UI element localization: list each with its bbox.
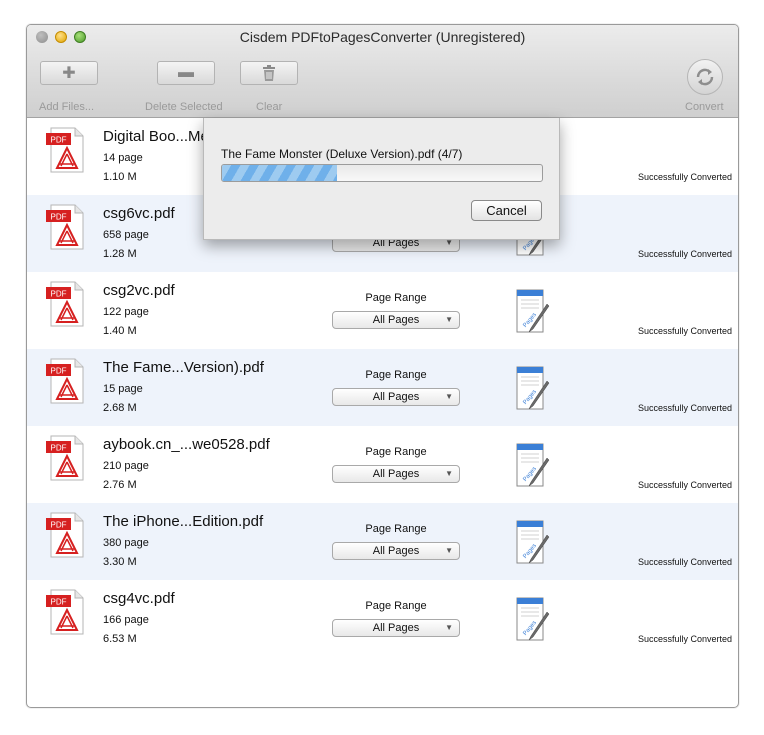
pdf-file-icon: PDF: [46, 358, 84, 404]
pdf-file-icon: PDF: [46, 281, 84, 327]
file-row[interactable]: PDF The Fame...Version).pdf 15 page 2.68…: [27, 349, 738, 426]
clear-button[interactable]: [240, 61, 298, 85]
add-files-label: Add Files...: [39, 101, 95, 113]
progress-sheet: The Fame Monster (Deluxe Version).pdf (4…: [203, 118, 560, 240]
trash-icon: [263, 65, 275, 81]
svg-text:PDF: PDF: [51, 367, 67, 376]
cancel-button[interactable]: Cancel: [471, 200, 542, 221]
file-name: csg4vc.pdf: [103, 590, 175, 607]
page-range-label: Page Range: [365, 369, 427, 381]
file-name: The iPhone...Edition.pdf: [103, 513, 264, 530]
file-row[interactable]: PDF csg2vc.pdf 122 page 1.40 M Page Rang…: [27, 272, 738, 349]
file-name: csg6vc.pdf: [103, 205, 175, 222]
page-range-label: Page Range: [365, 523, 427, 535]
convert-button[interactable]: [687, 59, 723, 95]
svg-text:PDF: PDF: [51, 521, 67, 530]
file-page-count: 210 page: [103, 460, 149, 472]
add-icon: ✚: [62, 65, 76, 82]
page-range-value: All Pages: [372, 622, 420, 634]
conversion-status: Successfully Converted: [637, 172, 732, 182]
progress-bar-fill: [222, 165, 338, 181]
pdf-file-icon: PDF: [46, 127, 84, 173]
chevron-down-icon: ▼: [445, 392, 453, 401]
page-range-select[interactable]: All Pages ▼: [332, 542, 460, 560]
clear-label: Clear: [256, 101, 283, 113]
conversion-status: Successfully Converted: [637, 480, 732, 490]
page-range-select[interactable]: All Pages ▼: [332, 388, 460, 406]
file-size: 1.40 M: [103, 325, 137, 337]
file-page-count: 166 page: [103, 614, 149, 626]
svg-text:PDF: PDF: [51, 213, 67, 222]
convert-icon: [696, 68, 714, 86]
pages-doc-icon[interactable]: Pages: [513, 594, 551, 642]
svg-text:PDF: PDF: [51, 290, 67, 299]
add-files-button[interactable]: ✚: [40, 61, 98, 85]
conversion-status: Successfully Converted: [637, 634, 732, 644]
file-size: 1.10 M: [103, 171, 137, 183]
page-range-label: Page Range: [365, 600, 427, 612]
file-row[interactable]: PDF aybook.cn_...we0528.pdf 210 page 2.7…: [27, 426, 738, 503]
pdf-file-icon: PDF: [46, 589, 84, 635]
pdf-file-icon: PDF: [46, 435, 84, 481]
page-range-select[interactable]: All Pages ▼: [332, 465, 460, 483]
svg-text:PDF: PDF: [51, 444, 67, 453]
delete-selected-label: Delete Selected: [145, 101, 223, 113]
svg-text:PDF: PDF: [51, 136, 67, 145]
file-size: 2.76 M: [103, 479, 137, 491]
file-page-count: 15 page: [103, 383, 143, 395]
app-window: Cisdem PDFtoPagesConverter (Unregistered…: [26, 24, 739, 708]
pages-doc-icon[interactable]: Pages: [513, 286, 551, 334]
conversion-status: Successfully Converted: [637, 403, 732, 413]
progress-message: The Fame Monster (Deluxe Version).pdf (4…: [221, 147, 463, 161]
pdf-file-icon: PDF: [46, 512, 84, 558]
svg-text:PDF: PDF: [51, 598, 67, 607]
file-page-count: 14 page: [103, 152, 143, 164]
file-name: csg2vc.pdf: [103, 282, 175, 299]
page-range-value: All Pages: [372, 545, 420, 557]
toolbar: Cisdem PDFtoPagesConverter (Unregistered…: [27, 25, 738, 118]
pages-doc-icon[interactable]: Pages: [513, 440, 551, 488]
page-range-label: Page Range: [365, 292, 427, 304]
file-size: 2.68 M: [103, 402, 137, 414]
file-size: 3.30 M: [103, 556, 137, 568]
file-size: 1.28 M: [103, 248, 137, 260]
page-range-select[interactable]: All Pages ▼: [332, 619, 460, 637]
page-range-value: All Pages: [372, 468, 420, 480]
delete-selected-button[interactable]: ▬: [157, 61, 215, 85]
progress-bar: [221, 164, 543, 182]
file-row[interactable]: PDF csg4vc.pdf 166 page 6.53 M Page Rang…: [27, 580, 738, 657]
pages-doc-icon[interactable]: Pages: [513, 363, 551, 411]
page-range-value: All Pages: [372, 391, 420, 403]
pdf-file-icon: PDF: [46, 204, 84, 250]
conversion-status: Successfully Converted: [637, 326, 732, 336]
page-range-select[interactable]: All Pages ▼: [332, 311, 460, 329]
file-size: 6.53 M: [103, 633, 137, 645]
chevron-down-icon: ▼: [445, 315, 453, 324]
conversion-status: Successfully Converted: [637, 249, 732, 259]
file-row[interactable]: PDF The iPhone...Edition.pdf 380 page 3.…: [27, 503, 738, 580]
file-page-count: 380 page: [103, 537, 149, 549]
page-range-label: Page Range: [365, 446, 427, 458]
delete-icon: ▬: [178, 64, 194, 81]
chevron-down-icon: ▼: [445, 623, 453, 632]
file-name: aybook.cn_...we0528.pdf: [103, 436, 270, 453]
chevron-down-icon: ▼: [445, 546, 453, 555]
chevron-down-icon: ▼: [445, 469, 453, 478]
pages-doc-icon[interactable]: Pages: [513, 517, 551, 565]
page-range-value: All Pages: [372, 314, 420, 326]
window-title: Cisdem PDFtoPagesConverter (Unregistered…: [239, 29, 526, 45]
file-name: The Fame...Version).pdf: [103, 359, 264, 376]
file-page-count: 658 page: [103, 229, 149, 241]
conversion-status: Successfully Converted: [637, 557, 732, 567]
file-page-count: 122 page: [103, 306, 149, 318]
convert-label: Convert: [685, 101, 724, 113]
